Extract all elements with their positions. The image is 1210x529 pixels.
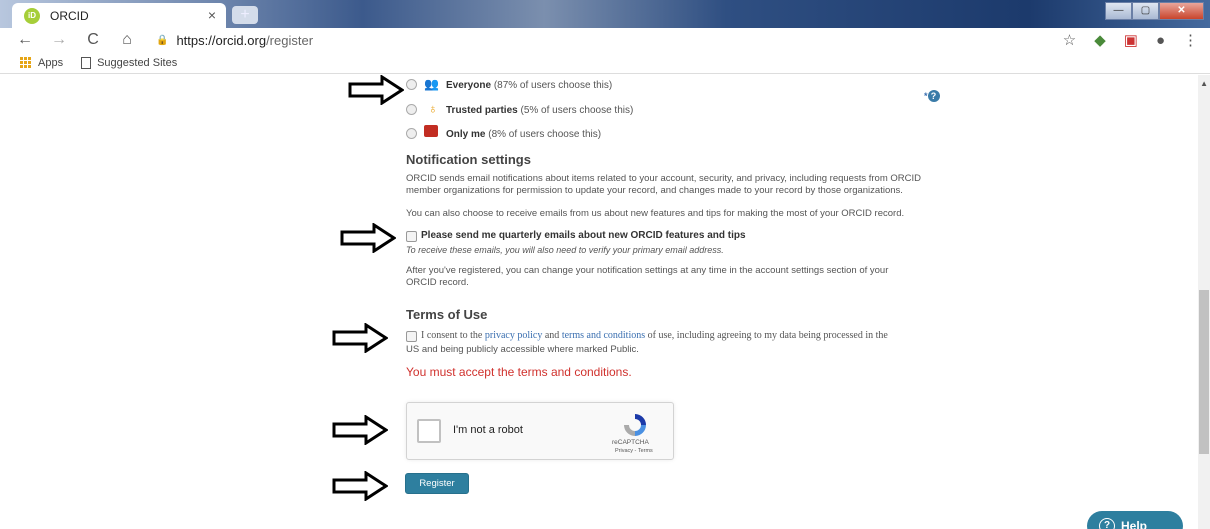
visibility-option-only-me: Only me (8% of users choose this)	[446, 129, 602, 140]
window-controls: — ▢ ✕	[1105, 2, 1204, 20]
key-icon: ♁	[428, 101, 438, 116]
annotation-arrow-icon	[332, 323, 388, 353]
page-icon	[81, 56, 92, 69]
visibility-radio-trusted[interactable]	[406, 104, 417, 115]
notification-settings-note: After you've registered, you can change …	[406, 265, 889, 288]
recaptcha-brand: reCAPTCHA	[612, 439, 649, 446]
annotation-arrow-icon	[332, 471, 388, 501]
window-titlebar: iD ORCID × + — ▢ ✕	[0, 0, 1210, 28]
secure-lock-icon[interactable]: 🔒	[156, 35, 168, 46]
recaptcha-links[interactable]: Privacy - Terms	[615, 448, 653, 454]
back-icon[interactable]: ←	[16, 31, 34, 49]
help-label: Help	[1121, 519, 1148, 529]
url-field[interactable]: https://orcid.org/register	[176, 33, 313, 48]
annotation-arrow-icon	[332, 415, 388, 445]
window-close-icon[interactable]: ✕	[1159, 2, 1204, 20]
recaptcha-label: I'm not a robot	[453, 424, 523, 436]
tab-close-icon[interactable]: ×	[208, 7, 216, 23]
help-question-icon: ?	[1099, 518, 1115, 529]
recaptcha-checkbox[interactable]	[417, 419, 441, 443]
visibility-radio-only-me[interactable]	[406, 128, 417, 139]
home-icon[interactable]: ⌂	[118, 31, 136, 49]
visibility-help-icon[interactable]: *?	[924, 90, 940, 102]
recaptcha-widget: I'm not a robot reCAPTCHA Privacy - Term…	[406, 402, 674, 460]
notification-description: ORCID sends email notifications about it…	[406, 173, 921, 196]
quarterly-emails-label[interactable]: Please send me quarterly emails about ne…	[421, 230, 746, 241]
bookmark-star-icon[interactable]: ☆	[1063, 31, 1076, 49]
terms-error-message: You must accept the terms and conditions…	[406, 365, 632, 379]
profile-icon[interactable]: ●	[1156, 32, 1165, 49]
help-button[interactable]: ? Help	[1087, 511, 1183, 529]
scrollbar-thumb[interactable]	[1199, 290, 1209, 454]
scroll-up-icon[interactable]: ▲	[1200, 79, 1208, 88]
privacy-policy-link[interactable]: privacy policy	[485, 330, 542, 341]
terms-consent-text: I consent to the privacy policy and term…	[421, 330, 888, 341]
tab-title: ORCID	[50, 8, 89, 23]
menu-kebab-icon[interactable]: ⋮	[1183, 31, 1198, 49]
visibility-radio-everyone[interactable]	[406, 79, 417, 90]
bookmark-apps[interactable]: Apps	[38, 57, 63, 69]
visibility-option-everyone: Everyone (87% of users choose this)	[446, 80, 613, 91]
people-icon: 👥	[424, 77, 439, 91]
apps-grid-icon[interactable]	[20, 56, 32, 69]
browser-tab[interactable]: iD ORCID ×	[12, 3, 226, 28]
toolbar-icons: ☆ ◆ ▣ ● ⋮	[1063, 31, 1198, 50]
reload-icon[interactable]: C	[84, 31, 102, 49]
annotation-arrow-icon	[340, 223, 396, 253]
maximize-icon[interactable]: ▢	[1132, 2, 1159, 20]
forward-icon[interactable]: →	[50, 31, 68, 49]
minimize-icon[interactable]: —	[1105, 2, 1132, 20]
registration-form: 👥 Everyone (87% of users choose this) ♁ …	[0, 75, 1198, 529]
recaptcha-logo-icon	[624, 414, 646, 436]
terms-of-use-heading: Terms of Use	[406, 307, 488, 322]
visibility-option-trusted: Trusted parties (5% of users choose this…	[446, 105, 634, 116]
address-bar-row: ← → C ⌂ 🔒 https://orcid.org/register ☆ ◆…	[0, 28, 1210, 52]
bookmark-suggested-sites[interactable]: Suggested Sites	[97, 57, 177, 69]
extension-icon[interactable]: ◆	[1094, 31, 1106, 49]
orcid-favicon-icon: iD	[24, 7, 40, 24]
new-tab-icon[interactable]: +	[232, 6, 258, 24]
notification-settings-heading: Notification settings	[406, 152, 531, 167]
terms-consent-text-line2: US and being publicly accessible where m…	[406, 344, 639, 355]
quarterly-emails-checkbox[interactable]	[406, 231, 417, 242]
pocket-extension-icon[interactable]: ▣	[1124, 31, 1138, 49]
annotation-arrow-icon	[348, 75, 404, 105]
notification-features-text: You can also choose to receive emails fr…	[406, 208, 905, 219]
terms-and-conditions-link[interactable]: terms and conditions	[562, 330, 645, 341]
terms-consent-checkbox[interactable]	[406, 331, 417, 342]
register-button[interactable]: Register	[405, 473, 469, 494]
quarterly-emails-hint: To receive these emails, you will also n…	[406, 245, 724, 255]
bookmarks-bar: Apps Suggested Sites	[0, 52, 1210, 74]
lock-icon	[424, 125, 438, 137]
